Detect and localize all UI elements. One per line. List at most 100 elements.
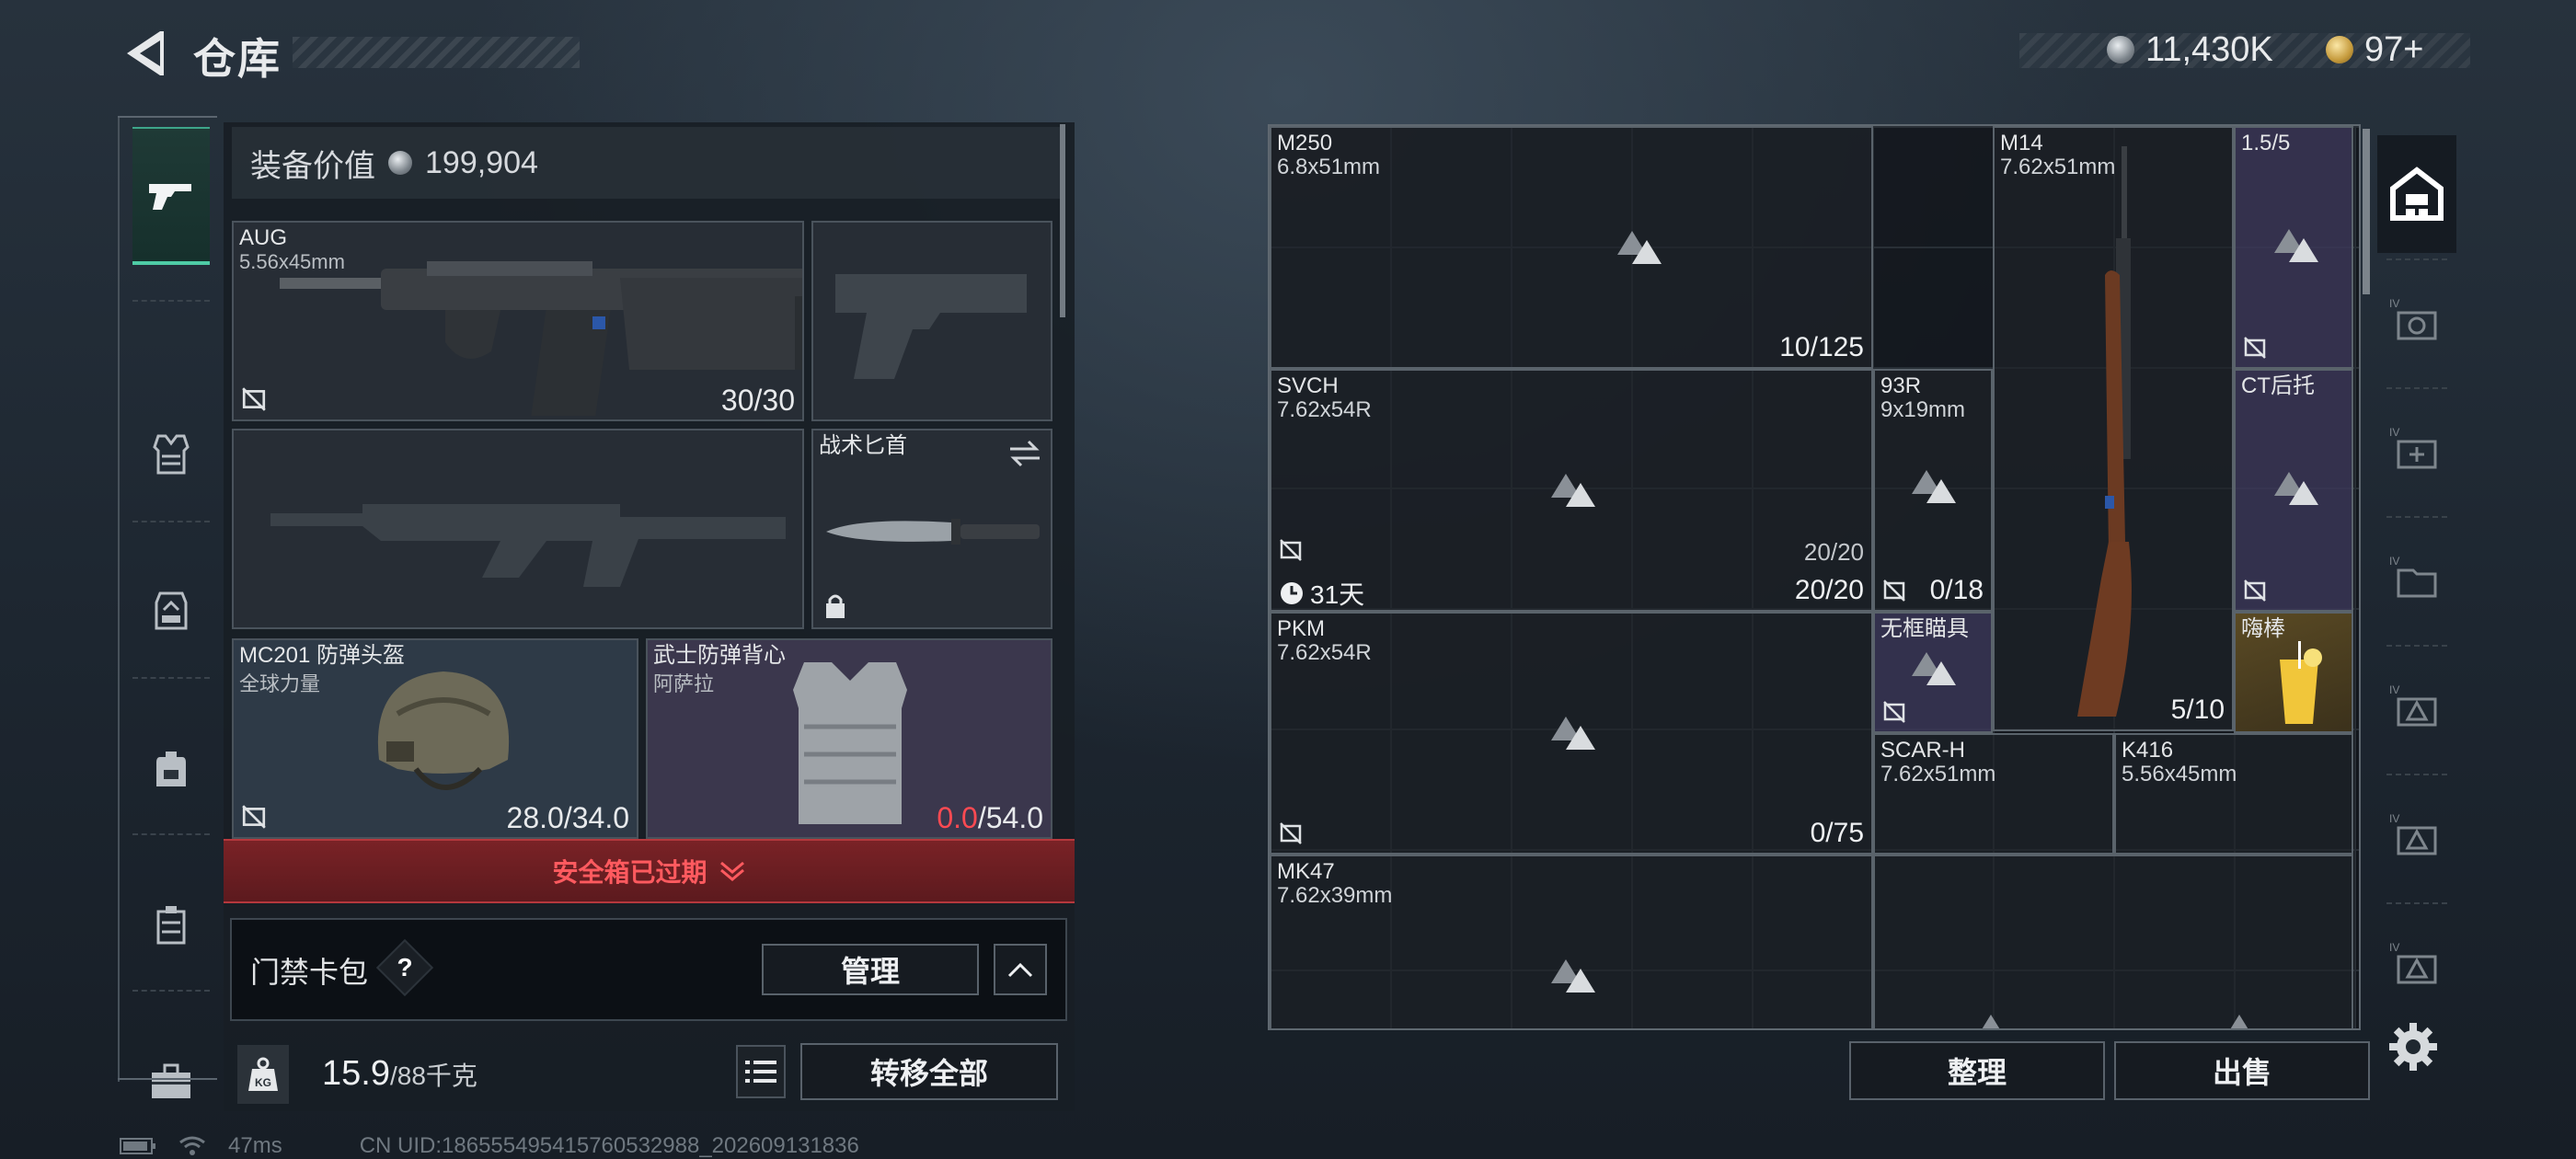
placeholder-triangle-icon (1551, 959, 1595, 993)
item-name: SVCH (1277, 373, 1339, 398)
secondary-weapon-slot[interactable] (232, 429, 804, 629)
loadout-scrollbar[interactable] (1060, 124, 1065, 317)
placeholder-triangle-icon (1912, 652, 1956, 685)
expiry-timer: 31天 (1279, 575, 1364, 610)
uninsured-icon (1280, 539, 1302, 561)
keycard-pack-label: 门禁卡包 (250, 956, 369, 989)
primary-weapon-ammo: 30/30 (720, 384, 795, 417)
stash-scrollbar[interactable] (2363, 129, 2370, 294)
back-button[interactable] (120, 28, 166, 79)
helmet-durability: 28.0/34.0 (506, 801, 629, 834)
gold-currency[interactable]: 97+ (2326, 29, 2423, 70)
placeholder-triangle-icon (1551, 717, 1595, 750)
silver-currency[interactable]: 11,430K (2107, 29, 2273, 70)
stash-item-m14[interactable]: M14 7.62x51mm 5/10 (1993, 126, 2234, 731)
drink-glass-image (2280, 641, 2322, 724)
rail-item-rig[interactable] (132, 565, 210, 657)
svg-text:IV: IV (2389, 941, 2399, 954)
svg-text:IV: IV (2389, 683, 2399, 696)
sell-button[interactable]: 出售 (2114, 1041, 2370, 1100)
triangle-tab-icon: IV (2389, 683, 2437, 727)
armor-slot[interactable]: 武士防弹背心 阿萨拉 0.0/54.0 (646, 638, 1052, 839)
back-arrow-icon (127, 31, 164, 75)
settings-button[interactable] (2387, 1021, 2439, 1073)
knife-slot[interactable]: 战术匕首 (811, 429, 1052, 629)
knife-name: 战术匕首 (819, 433, 907, 458)
title-decoration (293, 37, 580, 68)
stash-item-energy-drink[interactable]: 嗨棒 (2234, 612, 2353, 733)
placeholder-triangle-icon (2230, 1015, 2248, 1028)
rifle-silhouette-icon (270, 504, 786, 587)
status-bar: 47ms CN UID:186555495415760532988_202609… (120, 1133, 859, 1159)
safebox-expired-bar[interactable]: 安全箱已过期 (224, 839, 1075, 903)
item-count: 0/75 (1810, 818, 1864, 848)
rail-item-case[interactable] (132, 879, 210, 971)
stash-tab-iv-triangle-a[interactable]: IV (2377, 647, 2456, 764)
sort-button[interactable]: 整理 (1849, 1041, 2105, 1100)
stash-tab-iv-triangle-b[interactable]: IV (2377, 775, 2456, 893)
stash-item-ct-stock[interactable]: CT后托 (2234, 369, 2353, 612)
weight-kg-icon: KG (248, 1057, 278, 1091)
rig-icon (155, 591, 188, 630)
combat-knife-image (826, 519, 1040, 545)
rail-item-armor[interactable] (132, 408, 210, 500)
warehouse-icon (2390, 166, 2444, 221)
stash-item-1-5-of-5[interactable]: 1.5/5 (2234, 126, 2353, 369)
item-caliber: 7.62x51mm (1880, 762, 1996, 786)
stash-item-scar-h[interactable]: SCAR-H 7.62x51mm (1873, 733, 2114, 855)
lock-icon (826, 594, 845, 618)
category-rail (118, 116, 217, 1098)
item-caliber: 7.62x54R (1277, 397, 1372, 422)
placeholder-triangle-icon (1551, 474, 1595, 507)
pistol-slot[interactable] (811, 221, 1052, 421)
item-caliber: 6.8x51mm (1277, 155, 1381, 179)
rail-item-backpack[interactable] (132, 723, 210, 815)
stash-item-mk47[interactable]: MK47 7.62x39mm (1270, 855, 1873, 1028)
silver-coin-icon (388, 151, 412, 175)
silver-coin-icon (2107, 36, 2134, 63)
list-view-button[interactable] (736, 1045, 786, 1098)
helmet-slot[interactable]: MC201 防弹头盔 全球力量 28.0/34.0 (232, 638, 638, 839)
stash-item-m250[interactable]: M250 6.8x51mm 10/125 (1270, 126, 1873, 369)
item-name: 93R (1880, 373, 1922, 398)
stash-item-pkm[interactable]: PKM 7.62x54R 0/75 (1270, 612, 1873, 855)
svg-text:IV: IV (2389, 812, 2399, 825)
stash-item-93r[interactable]: 93R 9x19mm 0/18 (1873, 369, 1993, 612)
stash-tab-iv-triangle-c[interactable]: IV (2377, 904, 2456, 1022)
uninsured-icon (242, 805, 266, 829)
case-icon (156, 906, 186, 945)
manage-button[interactable]: 管理 (762, 944, 979, 995)
stash-grid[interactable]: M250 6.8x51mm 10/125 M14 7.62x51mm 5/10 … (1268, 124, 2361, 1030)
gold-amount: 97+ (2364, 29, 2424, 69)
rail-item-weapons[interactable] (132, 127, 210, 265)
item-name: MK47 (1277, 859, 1335, 884)
helmet-brand: 全球力量 (239, 672, 321, 695)
list-icon (745, 1061, 776, 1083)
stash-tab-iv-folder[interactable]: IV (2377, 518, 2456, 636)
svg-text:IV: IV (2389, 426, 2399, 439)
stash-tab-iv-camera[interactable]: IV (2377, 260, 2456, 378)
carry-weight-max: /88千克 (389, 1061, 477, 1090)
item-name: 无框瞄具 (1880, 616, 1969, 641)
stash-tab-iv-medical[interactable]: IV (2377, 389, 2456, 507)
helmet-image (377, 671, 510, 790)
collapse-button[interactable] (994, 944, 1047, 995)
item-name: M250 (1277, 131, 1333, 155)
item-name: K416 (2122, 738, 2174, 763)
primary-weapon-slot[interactable]: AUG 5.56x45mm 30/30 (232, 221, 804, 421)
transfer-all-button[interactable]: 转移全部 (800, 1043, 1058, 1100)
rail-item-toolbox[interactable] (132, 1036, 210, 1128)
item-count: 0/18 (1929, 575, 1984, 605)
svg-text:IV: IV (2389, 555, 2399, 568)
stash-item-partial[interactable] (1873, 855, 2353, 1028)
stash-item-frameless-sight[interactable]: 无框瞄具 (1873, 612, 1993, 733)
stash-tab-main[interactable] (2377, 135, 2456, 253)
stash-item-svch[interactable]: SVCH 7.62x54R 31天 20/20 20/20 (1270, 369, 1873, 612)
uid-text: CN UID:186555495415760532988_20260913183… (359, 1133, 859, 1158)
vest-icon (153, 434, 190, 475)
stash-item-k416[interactable]: K416 5.56x45mm (2114, 733, 2353, 855)
swap-icon[interactable] (1008, 440, 1041, 467)
primary-weapon-name: AUG (239, 225, 288, 250)
ping-value: 47ms (228, 1133, 282, 1158)
armor-brand: 阿萨拉 (653, 672, 715, 695)
